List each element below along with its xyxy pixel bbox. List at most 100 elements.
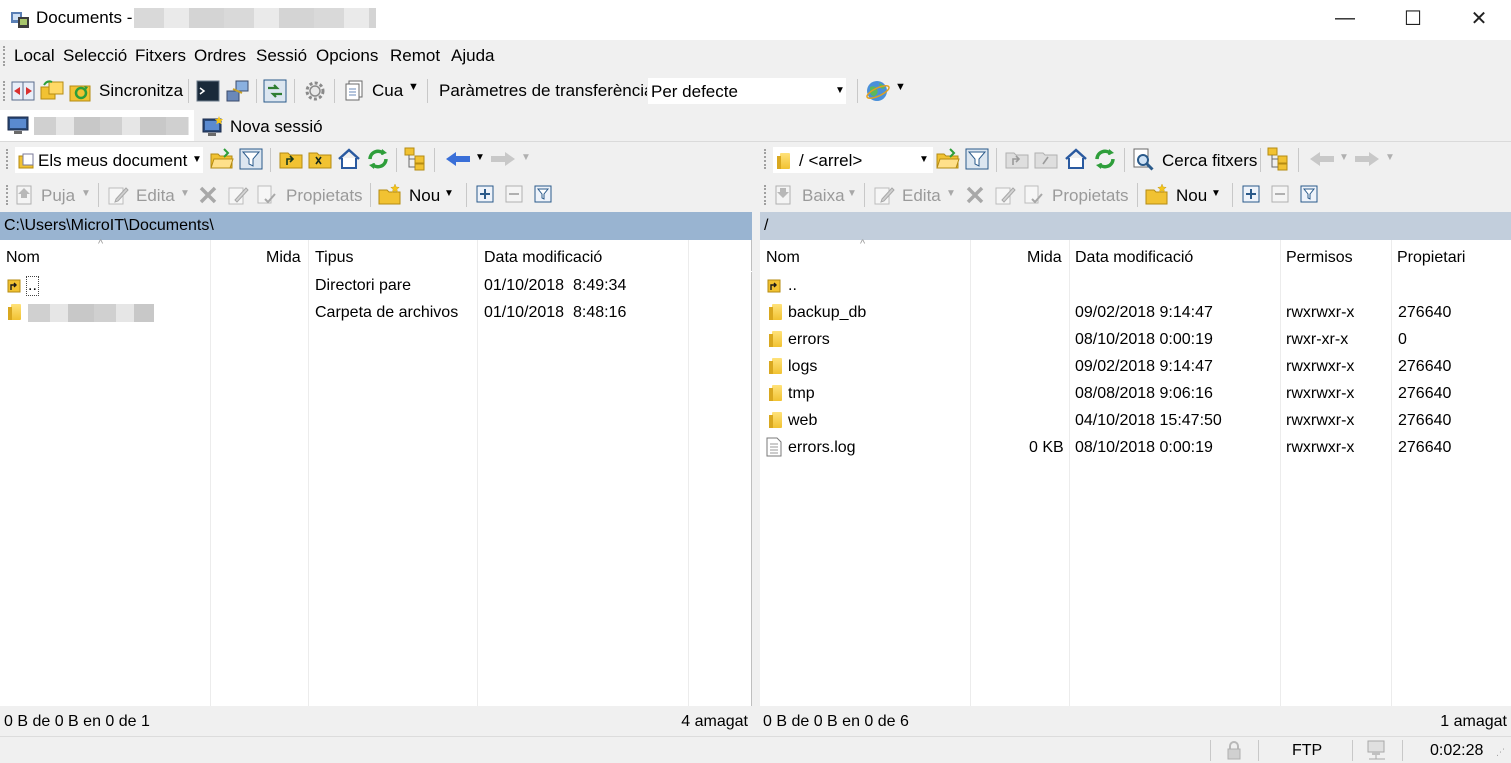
menu-help[interactable]: Ajuda	[451, 46, 494, 66]
remote-col-size[interactable]: Mida	[1027, 249, 1062, 267]
home-icon[interactable]	[337, 147, 361, 171]
download-icon[interactable]	[772, 184, 794, 206]
back-icon[interactable]	[1309, 151, 1335, 167]
transfer-settings-icon[interactable]	[263, 79, 287, 103]
edit-dropdown-icon[interactable]: ▼	[946, 188, 956, 199]
unselect-minus-icon[interactable]	[1271, 185, 1289, 203]
new-folder-icon[interactable]	[1145, 183, 1169, 205]
maximize-button[interactable]: ☐	[1380, 0, 1446, 36]
queue-button[interactable]: Cua	[372, 81, 403, 101]
parent-directory-icon[interactable]	[279, 148, 303, 170]
select-plus-icon[interactable]	[1242, 185, 1260, 203]
synchronize-browsing-icon[interactable]	[40, 79, 64, 103]
queue-dropdown-icon[interactable]: ▼	[408, 81, 419, 93]
compare-directories-icon[interactable]	[11, 80, 35, 102]
remote-col-owner[interactable]: Propietari	[1397, 249, 1465, 267]
menu-session[interactable]: Sessió	[256, 46, 307, 66]
close-button[interactable]: ✕	[1446, 0, 1511, 36]
minimize-button[interactable]: —	[1312, 0, 1378, 36]
synchronize-icon[interactable]	[69, 79, 93, 103]
local-col-modified[interactable]: Data modificació	[484, 249, 602, 267]
remote-col-permissions[interactable]: Permisos	[1286, 249, 1353, 267]
local-file-list[interactable]: ^ Nom Mida Tipus Data modificació .. Dir…	[0, 238, 752, 706]
back-dropdown-icon[interactable]: ▼	[475, 152, 485, 163]
local-col-size[interactable]: Mida	[266, 249, 301, 267]
properties-button[interactable]: Propietats	[286, 186, 363, 206]
menu-local[interactable]: Local	[14, 46, 55, 66]
table-row[interactable]: ..	[760, 273, 1511, 300]
home-icon[interactable]	[1064, 147, 1088, 171]
refresh-icon[interactable]	[366, 147, 390, 171]
upload-icon[interactable]	[13, 184, 35, 206]
edit-button[interactable]: Edita	[136, 186, 175, 206]
root-directory-icon[interactable]	[308, 148, 332, 170]
upload-dropdown-icon[interactable]: ▼	[81, 188, 91, 199]
filter-icon[interactable]	[965, 148, 989, 170]
rename-icon[interactable]	[994, 184, 1016, 206]
delete-icon[interactable]	[965, 185, 985, 205]
table-row[interactable]: errors.log 0 KB 08/10/2018 0:00:19 rwxrw…	[760, 435, 1511, 462]
select-plus-icon[interactable]	[476, 185, 494, 203]
menu-files[interactable]: Fitxers	[135, 46, 186, 66]
session-tab-active[interactable]	[0, 110, 194, 141]
panel-splitter[interactable]	[752, 142, 760, 736]
new-dropdown-icon[interactable]: ▼	[1211, 188, 1221, 199]
transfer-preset-select[interactable]: Per defecte ▼	[647, 77, 847, 105]
find-files-icon[interactable]	[1132, 148, 1156, 172]
globe-dropdown-icon[interactable]: ▼	[895, 81, 906, 93]
new-button[interactable]: Nou	[409, 186, 440, 206]
edit-button[interactable]: Edita	[902, 186, 941, 206]
rename-icon[interactable]	[227, 184, 249, 206]
open-directory-icon[interactable]	[210, 148, 234, 170]
open-directory-icon[interactable]	[936, 148, 960, 170]
download-button[interactable]: Baixa	[802, 186, 845, 206]
root-directory-icon[interactable]	[1034, 148, 1058, 170]
download-dropdown-icon[interactable]: ▼	[847, 188, 857, 199]
resize-grip-icon[interactable]: ⋰	[1496, 747, 1505, 758]
delete-icon[interactable]	[198, 185, 218, 205]
putty-icon[interactable]	[225, 79, 251, 103]
new-dropdown-icon[interactable]: ▼	[444, 188, 454, 199]
menu-selection[interactable]: Selecció	[63, 46, 127, 66]
menu-commands[interactable]: Ordres	[194, 46, 246, 66]
menu-remote[interactable]: Remot	[390, 46, 440, 66]
tree-icon[interactable]	[404, 147, 428, 171]
properties-icon[interactable]	[256, 184, 278, 206]
find-files-button[interactable]: Cerca fitxers	[1162, 151, 1257, 171]
table-row[interactable]: .. Directori pare 01/10/2018 8:49:34	[0, 273, 752, 300]
back-dropdown-icon[interactable]: ▼	[1339, 152, 1349, 163]
synchronize-button[interactable]: Sincronitza	[99, 81, 183, 101]
forward-icon[interactable]	[490, 151, 516, 167]
local-location-select[interactable]: Els meus document ▼	[14, 146, 204, 174]
table-row[interactable]: logs 09/02/2018 9:14:47 rwxrwxr-x 276640	[760, 354, 1511, 381]
new-session-tab[interactable]: Nova sessió	[196, 110, 324, 141]
forward-icon[interactable]	[1354, 151, 1380, 167]
back-icon[interactable]	[445, 151, 471, 167]
gear-icon[interactable]	[304, 80, 326, 102]
remote-col-name[interactable]: Nom	[766, 249, 800, 267]
table-row[interactable]: backup_db 09/02/2018 9:14:47 rwxrwxr-x 2…	[760, 300, 1511, 327]
properties-button[interactable]: Propietats	[1052, 186, 1129, 206]
globe-icon[interactable]	[865, 78, 891, 104]
local-col-type[interactable]: Tipus	[315, 249, 354, 267]
queue-icon[interactable]	[343, 80, 365, 102]
upload-button[interactable]: Puja	[41, 186, 75, 206]
edit-icon[interactable]	[107, 184, 129, 206]
filter-select-icon[interactable]	[1300, 185, 1318, 203]
properties-icon[interactable]	[1023, 184, 1045, 206]
refresh-icon[interactable]	[1093, 147, 1117, 171]
new-button[interactable]: Nou	[1176, 186, 1207, 206]
remote-location-select[interactable]: / <arrel> ▼	[772, 146, 934, 174]
table-row[interactable]: errors 08/10/2018 0:00:19 rwxr-xr-x 0	[760, 327, 1511, 354]
table-row[interactable]: tmp 08/08/2018 9:06:16 rwxrwxr-x 276640	[760, 381, 1511, 408]
parent-directory-icon[interactable]	[1005, 148, 1029, 170]
forward-dropdown-icon[interactable]: ▼	[521, 152, 531, 163]
local-col-name[interactable]: Nom	[6, 249, 40, 267]
new-folder-icon[interactable]	[378, 183, 402, 205]
remote-file-list[interactable]: ^ Nom Mida Data modificació Permisos Pro…	[760, 238, 1511, 706]
unselect-minus-icon[interactable]	[505, 185, 523, 203]
remote-col-modified[interactable]: Data modificació	[1075, 249, 1193, 267]
forward-dropdown-icon[interactable]: ▼	[1385, 152, 1395, 163]
edit-dropdown-icon[interactable]: ▼	[180, 188, 190, 199]
menu-options[interactable]: Opcions	[316, 46, 378, 66]
